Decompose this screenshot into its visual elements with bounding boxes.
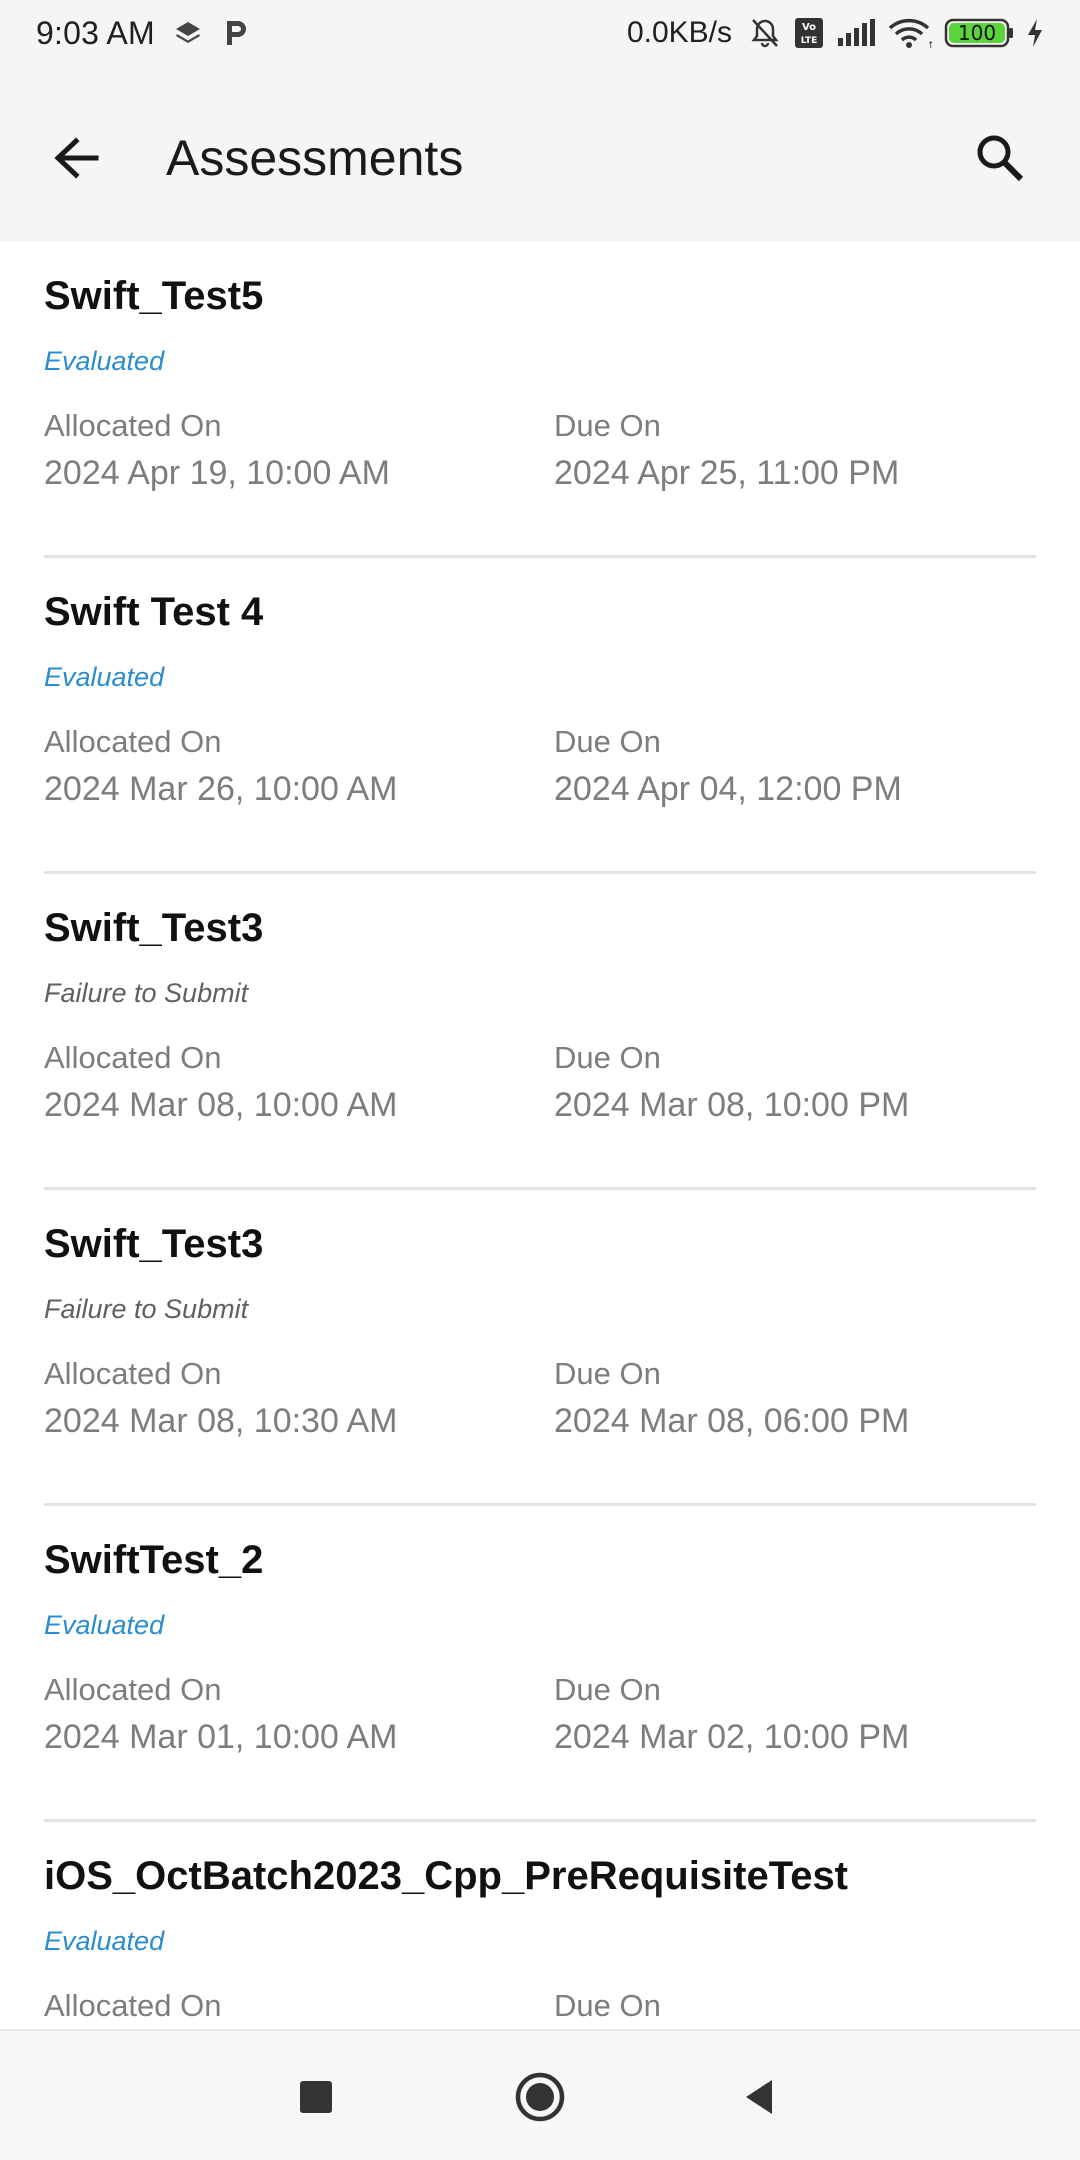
due-column: Due On 2024 Mar 08, 06:00 PM [554,1354,909,1444]
assessment-card[interactable]: Swift_Test5 Evaluated Allocated On 2024 … [44,242,1036,558]
battery-level: 100 [957,21,997,45]
allocated-label: Allocated On [44,724,222,759]
allocated-label: Allocated On [44,408,222,443]
due-column: Due On [554,1986,661,2029]
page-title: Assessments [166,130,464,186]
allocated-label: Allocated On [44,1040,222,1075]
mute-icon [748,16,782,50]
app-bar: Assessments [0,66,1080,242]
volte-icon: Vo LTE [794,17,824,49]
network-speed: 0.0KB/s [626,16,732,49]
home-icon [513,2070,567,2124]
p-icon [221,18,249,48]
allocated-column: Allocated On 2024 Mar 08, 10:00 AM [44,1038,397,1128]
due-column: Due On 2024 Apr 04, 12:00 PM [554,722,902,812]
battery-icon: 100 [944,17,1014,49]
status-time: 9:03 AM [36,14,155,51]
assessment-title: SwiftTest_2 [44,1538,264,1582]
assessment-card[interactable]: iOS_OctBatch2023_Cpp_PreRequisiteTest Ev… [44,1822,1036,2029]
allocated-column: Allocated On [44,1986,222,2029]
assessment-card[interactable]: Swift Test 4 Evaluated Allocated On 2024… [44,558,1036,874]
due-label: Due On [554,408,661,443]
status-bar: 9:03 AM 0.0KB/s Vo LTE ↑↓ 100 [0,0,1080,66]
due-value: 2024 Mar 08, 10:00 PM [554,1086,910,1124]
due-label: Due On [554,1988,661,2023]
signal-icon [836,18,876,48]
recents-icon [296,2077,336,2117]
assessment-status: Evaluated [44,1926,165,1956]
back-triangle-icon [738,2075,782,2119]
assessment-title: iOS_OctBatch2023_Cpp_PreRequisiteTest [44,1854,849,1898]
navigation-bar [0,2029,1080,2160]
allocated-label: Allocated On [44,1988,222,2023]
arrow-left-icon [50,132,102,184]
svg-text:Vo: Vo [802,22,816,33]
system-back-button[interactable] [724,2061,796,2133]
assessment-status: Evaluated [44,346,165,376]
due-label: Due On [554,1040,661,1075]
assessment-status: Evaluated [44,662,165,692]
assessment-card[interactable]: Swift_Test3 Failure to Submit Allocated … [44,874,1036,1190]
search-icon [973,131,1027,185]
allocated-column: Allocated On 2024 Mar 01, 10:00 AM [44,1670,397,1760]
home-button[interactable] [504,2061,576,2133]
back-button[interactable] [40,122,112,194]
due-column: Due On 2024 Apr 25, 11:00 PM [554,406,899,496]
wifi-icon: ↑↓ [888,17,932,49]
assessment-title: Swift Test 4 [44,590,264,634]
recents-button[interactable] [280,2061,352,2133]
assessment-list[interactable]: Swift_Test5 Evaluated Allocated On 2024 … [0,242,1080,2029]
assessment-status: Failure to Submit [44,1294,249,1324]
assessment-title: Swift_Test3 [44,906,264,950]
due-value: 2024 Apr 25, 11:00 PM [554,454,900,492]
due-label: Due On [554,1356,661,1391]
due-label: Due On [554,1672,661,1707]
svg-text:↑↓: ↑↓ [927,41,932,49]
assessment-status: Failure to Submit [44,978,249,1008]
charging-icon [1026,18,1044,48]
allocated-column: Allocated On 2024 Apr 19, 10:00 AM [44,406,390,496]
allocated-value: 2024 Apr 19, 10:00 AM [44,454,390,492]
due-column: Due On 2024 Mar 08, 10:00 PM [554,1038,909,1128]
svg-text:LTE: LTE [801,36,818,46]
status-bar-right: 0.0KB/s Vo LTE ↑↓ 100 [627,16,1044,50]
due-value: 2024 Mar 08, 06:00 PM [554,1402,910,1440]
assessment-title: Swift_Test5 [44,274,264,318]
assessment-card[interactable]: SwiftTest_2 Evaluated Allocated On 2024 … [44,1506,1036,1822]
allocated-value: 2024 Mar 26, 10:00 AM [44,770,398,808]
due-label: Due On [554,724,661,759]
due-column: Due On 2024 Mar 02, 10:00 PM [554,1670,909,1760]
assessment-status: Evaluated [44,1610,165,1640]
assessment-card[interactable]: Swift_Test3 Failure to Submit Allocated … [44,1190,1036,1506]
allocated-label: Allocated On [44,1356,222,1391]
due-value: 2024 Apr 04, 12:00 PM [554,770,902,808]
search-button[interactable] [964,122,1036,194]
allocated-column: Allocated On 2024 Mar 26, 10:00 AM [44,722,397,812]
due-value: 2024 Mar 02, 10:00 PM [554,1718,910,1756]
layers-icon [173,18,203,48]
allocated-value: 2024 Mar 08, 10:00 AM [44,1086,398,1124]
allocated-value: 2024 Mar 08, 10:30 AM [44,1402,398,1440]
allocated-column: Allocated On 2024 Mar 08, 10:30 AM [44,1354,397,1444]
allocated-label: Allocated On [44,1672,222,1707]
status-bar-left: 9:03 AM [36,15,249,52]
allocated-value: 2024 Mar 01, 10:00 AM [44,1718,398,1756]
assessment-title: Swift_Test3 [44,1222,264,1266]
